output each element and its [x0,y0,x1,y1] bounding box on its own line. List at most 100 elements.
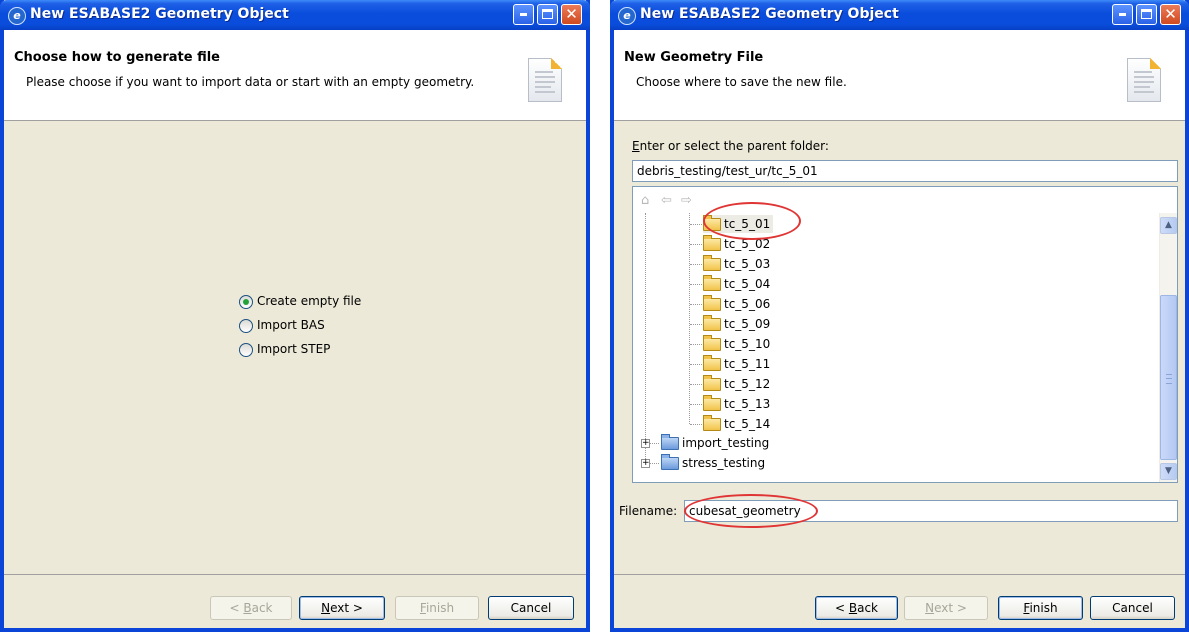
back-label-mnemonic: B [243,601,252,615]
tree-item-label: tc_5_03 [724,257,771,271]
tree-item-folder[interactable]: tc_5_06 [703,295,770,313]
scroll-down-button[interactable]: ▼ [1160,463,1177,480]
tree-item-folder[interactable]: tc_5_12 [703,375,770,393]
cancel-button[interactable]: Cancel [488,596,574,620]
next-label-rest: ext > [934,601,967,615]
folder-icon [703,395,721,411]
tree-scrollbar[interactable]: ▲ ▼ [1159,213,1177,482]
tree-connector [690,244,702,245]
folder-icon [703,355,721,371]
expand-toggle[interactable]: + [641,439,650,448]
parent-folder-input[interactable]: debris_testing/test_ur/tc_5_01 [632,160,1178,182]
folder-icon [703,255,721,271]
footer-divider [4,574,586,575]
maximize-button[interactable] [537,4,558,25]
folder-icon [703,295,721,311]
tree-item-folder[interactable]: tc_5_13 [703,395,770,413]
finish-label-rest: inish [425,601,455,615]
minimize-button[interactable] [513,4,534,25]
cancel-button[interactable]: Cancel [1090,596,1175,620]
close-button[interactable]: ✕ [1160,4,1181,25]
tree-connector [690,324,702,325]
folder-icon [703,235,721,251]
page-title: New Geometry File [624,50,764,65]
tree-connector [690,344,702,345]
page-description: Choose where to save the new file. [636,75,847,89]
title-bar[interactable]: e New ESABASE2 Geometry Object ✕ [610,0,1189,30]
tree-item-label: stress_testing [682,456,766,470]
parent-label-rest: nter or select the parent folder: [639,139,829,153]
radio-import-step[interactable]: Import STEP [239,340,330,358]
next-button[interactable]: Next > [904,596,988,620]
folder-icon [661,454,679,470]
tree-connector [690,384,702,385]
window-title: New ESABASE2 Geometry Object [640,6,899,22]
forward-arrow-icon[interactable]: ⇨ [681,193,692,208]
tree-guide-line [645,213,646,463]
tree-item-label: tc_5_04 [724,277,771,291]
tree-connector [690,424,702,425]
finish-label-rest: inish [1029,601,1058,615]
folder-icon [703,335,721,351]
tree-item-label: tc_5_11 [724,357,771,371]
close-icon: ✕ [565,5,578,23]
highlight-ellipse-filename [684,494,818,528]
tree-connector [690,304,702,305]
home-icon[interactable]: ⌂ [641,193,649,208]
tree-connector [690,264,702,265]
finish-button[interactable]: Finish [395,596,479,620]
minimize-icon [520,13,527,16]
filename-label: Filename: [619,504,678,518]
dialog-choose-generate: e New ESABASE2 Geometry Object ✕ Choose … [0,0,590,632]
document-icon [1127,58,1161,102]
parent-label-mnemonic: E [632,139,640,153]
window-title: New ESABASE2 Geometry Object [30,6,289,22]
tree-item-folder[interactable]: tc_5_14 [703,415,770,433]
back-arrow-icon[interactable]: ⇦ [661,193,672,208]
radio-create-empty[interactable]: Create empty file [239,292,361,310]
tree-connector [690,284,702,285]
tree-item-folder[interactable]: tc_5_03 [703,255,770,273]
title-bar[interactable]: e New ESABASE2 Geometry Object ✕ [0,0,590,30]
eclipse-icon: e [618,7,636,25]
tree-item-import-testing[interactable]: import_testing [661,434,769,452]
radio-button[interactable] [239,342,253,357]
tree-item-folder[interactable]: tc_5_04 [703,275,770,293]
back-button[interactable]: < Back [815,596,898,620]
finish-button[interactable]: Finish [998,596,1083,620]
back-button[interactable]: < Back [210,596,292,620]
tree-item-folder[interactable]: tc_5_11 [703,355,770,373]
tree-connector [690,364,702,365]
radio-button[interactable] [239,294,253,309]
scroll-up-button[interactable]: ▲ [1160,217,1177,234]
tree-item-stress-testing[interactable]: stress_testing [661,454,765,472]
tree-item-label: tc_5_12 [724,377,771,391]
tree-item-label: tc_5_06 [724,297,771,311]
eclipse-icon: e [8,7,26,25]
next-button[interactable]: Next > [299,596,385,620]
document-icon [528,58,562,102]
wizard-header: New Geometry File Choose where to save t… [614,30,1185,121]
tree-item-folder[interactable]: tc_5_09 [703,315,770,333]
folder-icon [661,434,679,450]
back-label-prefix: < [229,601,244,615]
close-button[interactable]: ✕ [561,4,582,25]
tree-connector [690,404,702,405]
folder-icon [703,275,721,291]
radio-label: Create empty file [257,294,362,308]
tree-item-folder[interactable]: tc_5_10 [703,335,770,353]
wizard-header: Choose how to generate file Please choos… [4,30,586,121]
scroll-thumb[interactable] [1160,295,1177,460]
folder-icon [703,315,721,331]
next-label-mnemonic: N [925,601,935,615]
maximize-button[interactable] [1136,4,1157,25]
minimize-button[interactable] [1112,4,1133,25]
expand-toggle[interactable]: + [641,459,650,468]
tree-item-label: tc_5_09 [724,317,771,331]
radio-button[interactable] [239,318,253,333]
footer-divider [614,574,1185,575]
back-label-mnemonic: B [848,601,858,615]
minimize-icon [1119,13,1126,16]
radio-import-bas[interactable]: Import BAS [239,316,325,334]
tree-item-label: tc_5_13 [724,397,771,411]
